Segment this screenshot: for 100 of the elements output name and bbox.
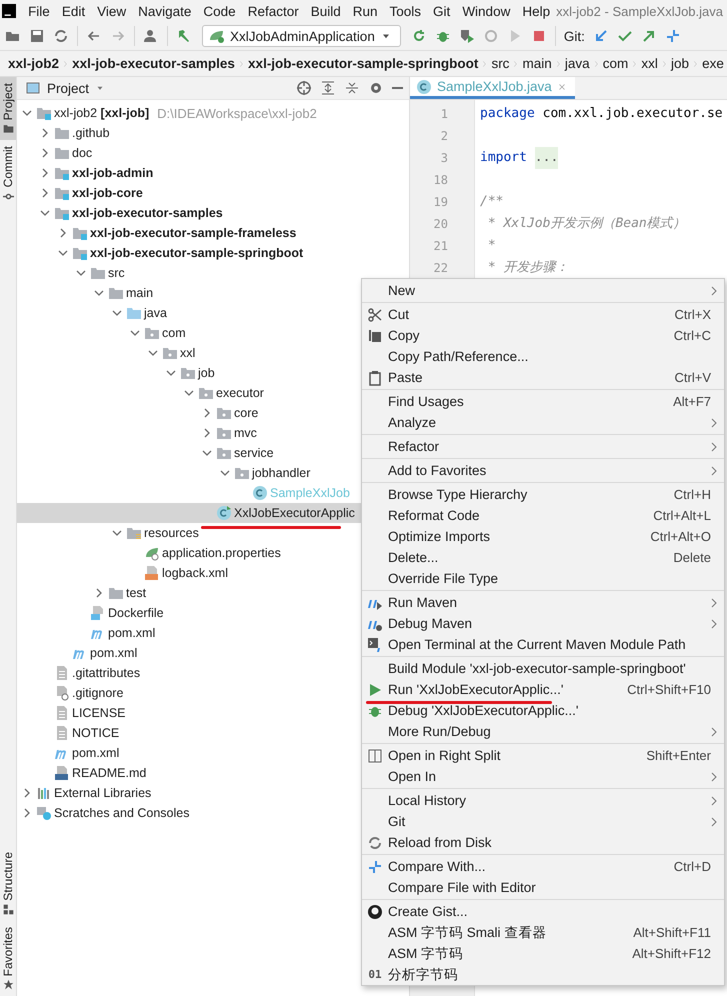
menu-item[interactable]: Open In [362,766,724,787]
tree-item[interactable]: jobhandler [252,466,310,480]
tree-item[interactable]: .github [72,126,110,140]
menu-item[interactable]: Compare With... Ctrl+D [362,856,724,877]
tool-window-tab[interactable]: Favorites [0,920,16,996]
tree-item[interactable]: External Libraries [54,786,152,800]
menu-item[interactable]: Add to Favorites [362,460,724,481]
tree-item[interactable]: README.md [72,766,146,780]
menu-item[interactable]: Git [427,4,456,18]
menu-item[interactable]: Compare File with Editor [362,877,724,898]
menu-item[interactable]: Open Terminal at the Current Maven Module Path [362,634,724,655]
menu-item[interactable]: Run Maven [362,592,724,613]
menu-item[interactable]: Cut Ctrl+X [362,304,724,325]
tree-item[interactable]: java [144,306,167,320]
tree-item[interactable]: pom.xml [90,646,138,660]
tree-item[interactable]: xxl-job-executor-sample-frameless [90,226,296,240]
tool-window-tab[interactable]: Commit [0,140,16,208]
menu-item[interactable]: Run 'XxlJobExecutorApplic...' Ctrl+Shift+F10 [362,679,724,700]
tree-item[interactable]: test [126,586,146,600]
menu-item[interactable]: Browse Type Hierarchy Ctrl+H [362,484,724,505]
tree-item[interactable]: pom.xml [72,746,120,760]
tree-item[interactable]: xxl-job2 [xxl-job] [54,106,150,120]
settings-icon [368,80,384,96]
breadcrumb-item[interactable]: xxl [638,56,661,71]
menu-item[interactable]: Local History [362,790,724,811]
menu-item[interactable]: Delete... Delete [362,547,724,568]
shortcut-text: Shift+Enter [646,748,711,763]
menu-item[interactable]: Create Gist... [362,901,724,922]
menu-item[interactable]: More Run/Debug [362,721,724,742]
tree-item[interactable]: xxl-job-core [72,186,143,200]
reload-icon [367,834,383,850]
breadcrumb-item[interactable]: src [488,56,512,71]
menu-item[interactable]: 01 分析字节码 [362,964,724,985]
tree-item[interactable]: XxlJobExecutorApplic [234,506,355,520]
breadcrumb-item[interactable]: job [668,56,692,71]
menu-item[interactable]: Build [304,4,347,18]
menu-item[interactable]: View [91,4,132,18]
menu-item[interactable]: Optimize Imports Ctrl+Alt+O [362,526,724,547]
tree-item[interactable]: .gitignore [72,686,124,700]
breadcrumb-item[interactable]: xxl-job-executor-samples [69,56,238,71]
menu-item[interactable]: Refactor [362,436,724,457]
tree-item[interactable]: job [198,366,215,380]
tree-item[interactable]: mvc [234,426,257,440]
menu-item[interactable]: Debug Maven [362,613,724,634]
breadcrumb-item[interactable]: java [562,56,593,71]
tree-item[interactable]: src [108,266,125,280]
menu-item[interactable]: Git [362,811,724,832]
menu-item[interactable]: Navigate [132,4,198,18]
package-icon [216,445,232,461]
menu-item[interactable]: File [22,4,56,18]
tree-item[interactable]: xxl-job-admin [72,166,154,180]
menu-item[interactable]: Analyze [362,412,724,433]
breadcrumb-item[interactable]: exe [699,56,727,71]
menu-item[interactable]: Copy Path/Reference... [362,346,724,367]
menu-item[interactable]: Help [516,4,556,18]
menu-item[interactable]: Copy Ctrl+C [362,325,724,346]
tree-item[interactable]: resources [144,526,199,540]
project-view-dropdown[interactable]: Project [25,80,106,96]
tree-item[interactable]: Dockerfile [108,606,164,620]
menu-item[interactable]: ASM 字节码 Smali 查看器 Alt+Shift+F11 [362,922,724,943]
tree-item[interactable]: xxl-job-executor-sample-springboot [90,246,304,260]
tool-window-tab[interactable]: Project [0,77,16,140]
menu-item[interactable]: Reload from Disk [362,832,724,853]
menu-item[interactable]: Run [346,4,384,18]
tree-item[interactable]: LICENSE [72,706,126,720]
breadcrumb-item[interactable]: xxl-job2 [5,56,62,71]
run-configuration-dropdown[interactable]: XxlJobAdminApplication [202,25,401,47]
menu-item[interactable]: Open in Right Split Shift+Enter [362,745,724,766]
tree-item[interactable]: logback.xml [162,566,228,580]
menu-item[interactable]: Build Module 'xxl-job-executor-sample-springboot' [362,658,724,679]
menu-item[interactable]: Code [197,4,242,18]
menu-item[interactable]: Override File Type [362,568,724,589]
tree-item[interactable]: application.properties [162,546,281,560]
tool-window-tab[interactable]: Structure [0,846,16,921]
menu-item[interactable]: Debug 'XxlJobExecutorApplic...' [362,700,724,721]
menu-item[interactable]: Refactor [242,4,305,18]
breadcrumb-item[interactable]: main [520,56,555,71]
menu-item[interactable]: Window [456,4,516,18]
tree-item[interactable]: doc [72,146,92,160]
tree-item[interactable]: core [234,406,258,420]
tree-item[interactable]: Scratches and Consoles [54,806,190,820]
tree-item[interactable]: NOTICE [72,726,120,740]
tree-item[interactable]: .gitattributes [72,666,140,680]
tree-item[interactable]: xxl [180,346,196,360]
breadcrumb-item[interactable]: xxl-job-executor-sample-springboot [245,56,482,71]
menu-item[interactable]: Find Usages Alt+F7 [362,391,724,412]
tree-item[interactable]: pom.xml [108,626,156,640]
expand-all-icon [320,80,336,96]
folded-code[interactable]: ... [534,147,558,169]
breadcrumb-item[interactable]: com [600,56,632,71]
tree-item[interactable]: executor [216,386,264,400]
menu-item[interactable]: ASM 字节码 Alt+Shift+F12 [362,943,724,964]
tree-item[interactable]: xxl-job-executor-samples [72,206,223,220]
menu-item[interactable]: Tools [384,4,428,18]
menu-item[interactable]: Paste Ctrl+V [362,367,724,388]
tree-item[interactable]: com [162,326,186,340]
menu-item[interactable]: New [362,280,724,301]
tree-item[interactable]: service [234,446,274,460]
menu-item[interactable]: Edit [56,4,92,18]
tree-item[interactable]: main [126,286,154,300]
